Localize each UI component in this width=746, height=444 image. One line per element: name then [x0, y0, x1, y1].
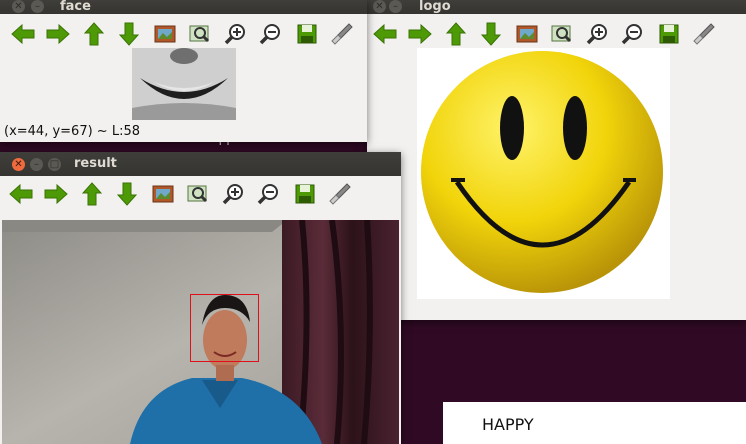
- pan-down-icon: [119, 22, 140, 46]
- pan-down-icon: [481, 22, 502, 46]
- zoom-in-button[interactable]: [580, 19, 616, 49]
- save-icon: [297, 24, 317, 44]
- save-icon: [659, 24, 679, 44]
- logo-toolbar: [367, 16, 722, 52]
- zoom-out-icon: [260, 24, 281, 45]
- pan-up-icon: [83, 22, 104, 46]
- zoom-out-button[interactable]: [616, 19, 652, 49]
- close-icon[interactable]: ✕: [373, 0, 386, 13]
- pan-left-button[interactable]: [5, 19, 41, 49]
- pan-left-button[interactable]: [3, 179, 39, 209]
- pan-up-button[interactable]: [438, 19, 474, 49]
- save-button[interactable]: [287, 179, 323, 209]
- zoom-fit-icon: [154, 25, 176, 43]
- face-crop-image: [132, 48, 236, 120]
- window-title: result: [74, 156, 117, 171]
- zoom-fit-button[interactable]: [145, 179, 181, 209]
- zoom-area-icon: [187, 185, 208, 203]
- save-button[interactable]: [651, 19, 687, 49]
- pan-right-icon: [46, 23, 70, 45]
- properties-icon: [331, 23, 353, 45]
- pan-up-button[interactable]: [74, 179, 110, 209]
- zoom-area-icon: [551, 25, 572, 43]
- pan-left-icon: [373, 23, 397, 45]
- pan-down-button[interactable]: [110, 179, 146, 209]
- properties-button[interactable]: [325, 19, 361, 49]
- zoom-area-button[interactable]: [181, 179, 217, 209]
- pan-up-icon: [445, 22, 466, 46]
- zoom-in-button[interactable]: [218, 19, 254, 49]
- pan-right-icon: [44, 183, 68, 205]
- minimize-icon[interactable]: –: [30, 158, 43, 171]
- properties-icon: [693, 23, 715, 45]
- maximize-icon[interactable]: □: [48, 158, 61, 171]
- result-toolbar: [3, 176, 358, 212]
- zoom-fit-button[interactable]: [509, 19, 545, 49]
- pan-up-icon: [81, 182, 102, 206]
- pan-down-button[interactable]: [474, 19, 510, 49]
- zoom-in-icon: [224, 24, 245, 45]
- close-icon[interactable]: ✕: [12, 158, 25, 171]
- zoom-fit-icon: [152, 185, 174, 203]
- zoom-area-button[interactable]: [183, 19, 219, 49]
- zoom-in-button[interactable]: [216, 179, 252, 209]
- pan-right-button[interactable]: [39, 179, 75, 209]
- zoom-fit-button[interactable]: [147, 19, 183, 49]
- properties-button[interactable]: [687, 19, 723, 49]
- result-window: ✕ – □ result: [0, 152, 401, 444]
- zoom-area-icon: [189, 25, 210, 43]
- logo-canvas: [417, 48, 670, 299]
- properties-button[interactable]: [323, 179, 359, 209]
- close-icon[interactable]: ✕: [12, 0, 25, 13]
- zoom-out-icon: [622, 24, 643, 45]
- zoom-out-button[interactable]: [254, 19, 290, 49]
- webcam-canvas: [2, 220, 399, 444]
- zoom-in-icon: [586, 24, 607, 45]
- minimize-icon[interactable]: –: [31, 0, 44, 13]
- pan-left-icon: [11, 23, 35, 45]
- zoom-out-icon: [258, 184, 279, 205]
- emotion-label: HAPPY: [482, 415, 534, 434]
- window-title: face: [60, 0, 91, 14]
- face-detection-box: [190, 294, 259, 362]
- zoom-area-button[interactable]: [545, 19, 581, 49]
- window-title: logo: [419, 0, 451, 14]
- smiley-image: [421, 51, 663, 293]
- pan-left-button[interactable]: [367, 19, 403, 49]
- minimize-icon[interactable]: –: [389, 0, 402, 13]
- pan-right-icon: [408, 23, 432, 45]
- pan-up-button[interactable]: [76, 19, 112, 49]
- pan-down-icon: [117, 182, 138, 206]
- pan-down-button[interactable]: [112, 19, 148, 49]
- face-window: ✕ – face (x=44, y=67) ~ L:58: [0, 0, 367, 142]
- pan-right-button[interactable]: [403, 19, 439, 49]
- face-toolbar: [5, 16, 360, 52]
- status-bar: (x=44, y=67) ~ L:58: [4, 124, 140, 139]
- save-icon: [295, 184, 315, 204]
- save-button[interactable]: [289, 19, 325, 49]
- logo-window-titlebar[interactable]: ✕ – logo: [367, 0, 746, 14]
- pan-right-button[interactable]: [41, 19, 77, 49]
- zoom-in-icon: [222, 184, 243, 205]
- zoom-fit-icon: [516, 25, 538, 43]
- logo-window: ✕ – logo: [367, 0, 746, 320]
- face-canvas: [132, 48, 236, 120]
- face-window-titlebar[interactable]: ✕ – face: [0, 0, 367, 14]
- zoom-out-button[interactable]: [252, 179, 288, 209]
- properties-icon: [329, 183, 351, 205]
- pan-left-icon: [9, 183, 33, 205]
- result-window-titlebar[interactable]: ✕ – □ result: [0, 152, 401, 176]
